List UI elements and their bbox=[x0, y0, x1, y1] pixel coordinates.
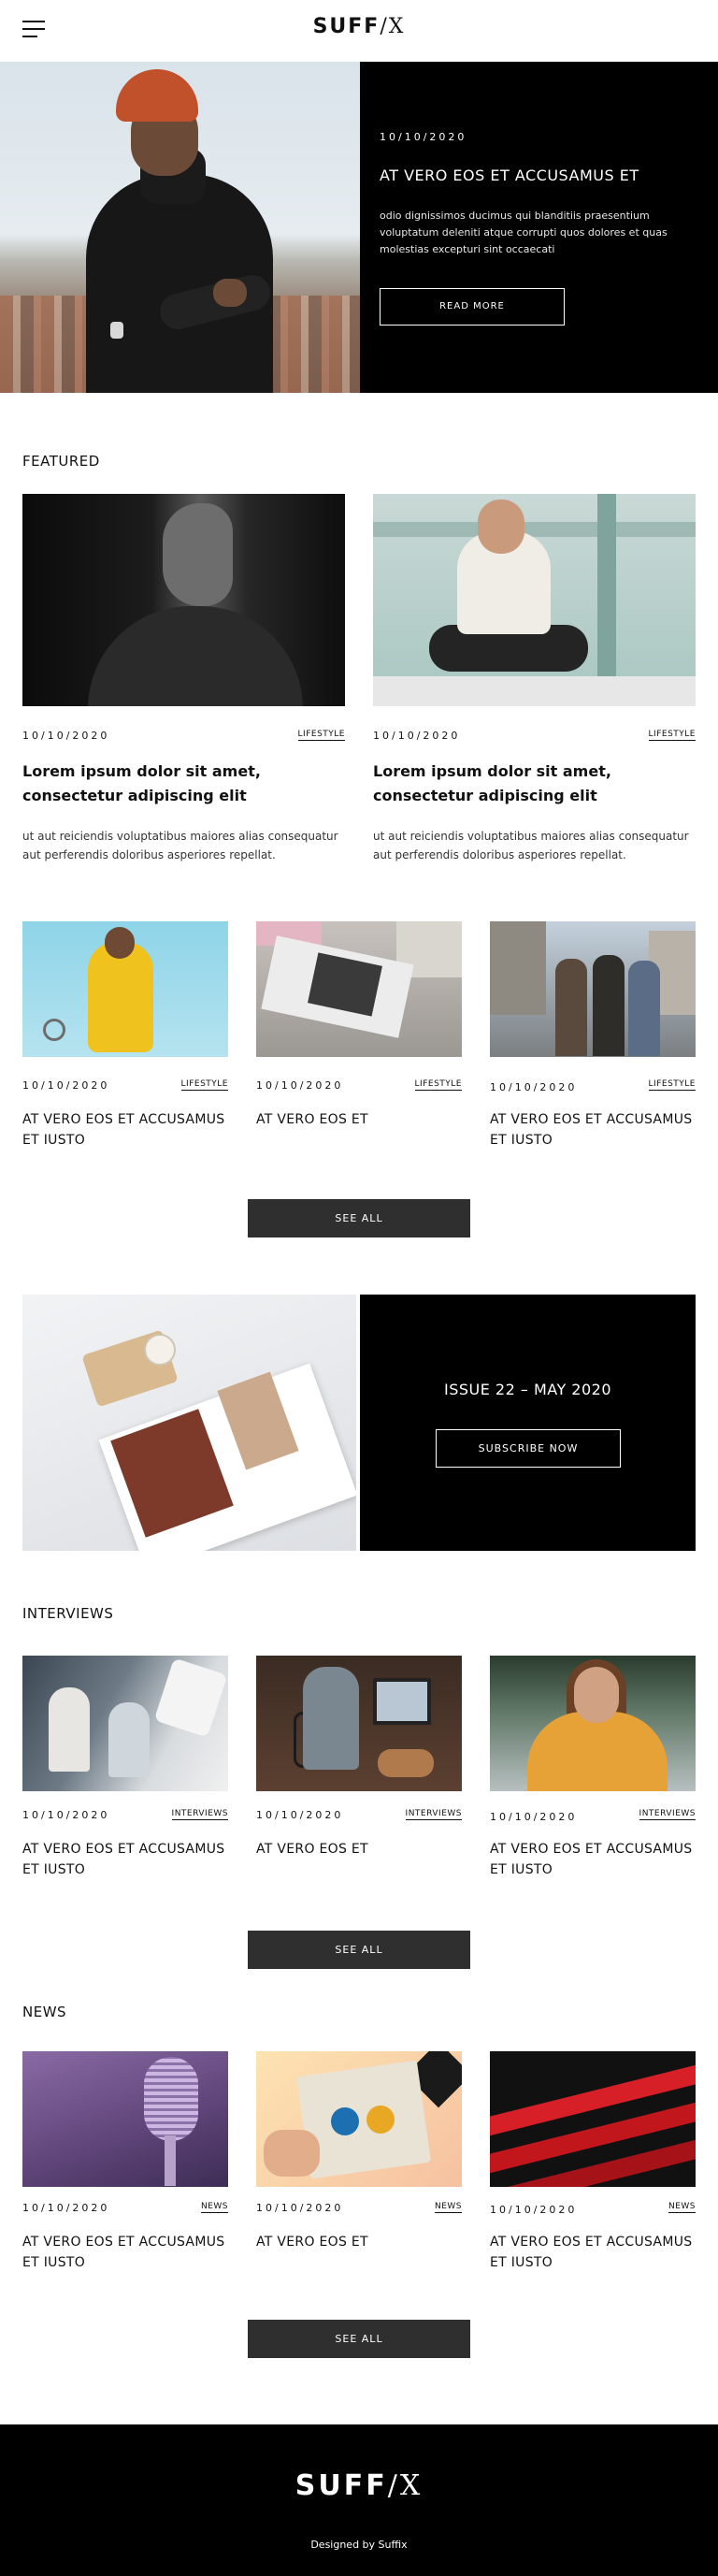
featured-image-2[interactable] bbox=[373, 494, 696, 706]
news-title: NEWS bbox=[22, 2004, 67, 2020]
interview-category-2[interactable]: INTERVIEWS bbox=[405, 1809, 462, 1820]
featured-small-image-3[interactable] bbox=[490, 921, 696, 1057]
interview-title-1[interactable]: AT VERO EOS ET ACCUSAMUS ET IUSTO bbox=[22, 1839, 233, 1880]
footer-logo[interactable]: SUFF/X bbox=[0, 2469, 718, 2502]
interview-title-3[interactable]: AT VERO EOS ET ACCUSAMUS ET IUSTO bbox=[490, 1839, 700, 1880]
featured-category-2[interactable]: LIFESTYLE bbox=[648, 730, 696, 741]
hero-section: 10/10/2020 AT VERO EOS ET ACCUSAMUS ET o… bbox=[0, 62, 718, 393]
featured-category-1[interactable]: LIFESTYLE bbox=[297, 730, 345, 741]
hero-image bbox=[0, 62, 360, 393]
hero-title[interactable]: AT VERO EOS ET ACCUSAMUS ET bbox=[380, 166, 697, 184]
featured-title-2[interactable]: Lorem ipsum dolor sit amet, consectetur … bbox=[373, 760, 696, 808]
featured-text-2: ut aut reiciendis voluptatibus maiores a… bbox=[373, 830, 689, 861]
interviews-see-all-button[interactable]: SEE ALL bbox=[248, 1931, 470, 1969]
news-title-3[interactable]: AT VERO EOS ET ACCUSAMUS ET IUSTO bbox=[490, 2232, 700, 2273]
hero-text: odio dignissimos ducimus qui blanditiis … bbox=[380, 210, 668, 255]
news-date-2: 10/10/2020 bbox=[256, 2202, 344, 2214]
issue-image bbox=[22, 1295, 356, 1551]
featured-small-image-1[interactable] bbox=[22, 921, 228, 1057]
hero-panel: 10/10/2020 AT VERO EOS ET ACCUSAMUS ET o… bbox=[360, 62, 718, 393]
news-category-1[interactable]: NEWS bbox=[200, 2202, 228, 2213]
interview-date-2: 10/10/2020 bbox=[256, 1809, 344, 1821]
interview-image-2[interactable] bbox=[256, 1656, 462, 1791]
featured-small-date-1: 10/10/2020 bbox=[22, 1079, 110, 1092]
featured-title: FEATURED bbox=[22, 453, 100, 470]
site-header: SUFF/X bbox=[0, 0, 718, 62]
interview-date-1: 10/10/2020 bbox=[22, 1809, 110, 1821]
issue-banner: ISSUE 22 – MAY 2020 SUBSCRIBE NOW bbox=[22, 1295, 696, 1551]
featured-text-1: ut aut reiciendis voluptatibus maiores a… bbox=[22, 830, 338, 861]
featured-small-title-2[interactable]: AT VERO EOS ET bbox=[256, 1109, 467, 1130]
hero-date: 10/10/2020 bbox=[380, 131, 467, 143]
featured-see-all-button[interactable]: SEE ALL bbox=[248, 1199, 470, 1237]
read-more-button[interactable]: READ MORE bbox=[380, 288, 565, 326]
news-title-1[interactable]: AT VERO EOS ET ACCUSAMUS ET IUSTO bbox=[22, 2232, 233, 2273]
interview-image-3[interactable] bbox=[490, 1656, 696, 1791]
featured-small-title-1[interactable]: AT VERO EOS ET ACCUSAMUS ET IUSTO bbox=[22, 1109, 233, 1151]
featured-date-2: 10/10/2020 bbox=[373, 730, 461, 742]
news-category-2[interactable]: NEWS bbox=[434, 2202, 462, 2213]
interview-date-3: 10/10/2020 bbox=[490, 1811, 578, 1823]
news-see-all-button[interactable]: SEE ALL bbox=[248, 2320, 470, 2358]
featured-small-category-3[interactable]: LIFESTYLE bbox=[648, 1079, 696, 1091]
interview-category-1[interactable]: INTERVIEWS bbox=[171, 1809, 228, 1820]
featured-small-category-2[interactable]: LIFESTYLE bbox=[414, 1079, 462, 1091]
news-image-3[interactable] bbox=[490, 2051, 696, 2187]
interviews-title: INTERVIEWS bbox=[22, 1605, 114, 1622]
site-footer: SUFF/X Designed by Suffix bbox=[0, 2424, 718, 2576]
featured-date-1: 10/10/2020 bbox=[22, 730, 110, 742]
issue-title: ISSUE 22 – MAY 2020 bbox=[443, 1381, 612, 1398]
footer-credit: Designed by Suffix bbox=[310, 2539, 408, 2551]
news-date-1: 10/10/2020 bbox=[22, 2202, 110, 2214]
subscribe-now-button[interactable]: SUBSCRIBE NOW bbox=[436, 1429, 621, 1468]
featured-image-1[interactable] bbox=[22, 494, 345, 706]
news-category-3[interactable]: NEWS bbox=[668, 2202, 696, 2213]
featured-title-1[interactable]: Lorem ipsum dolor sit amet, consectetur … bbox=[22, 760, 345, 808]
featured-small-date-2: 10/10/2020 bbox=[256, 1079, 344, 1092]
featured-small-title-3[interactable]: AT VERO EOS ET ACCUSAMUS ET IUSTO bbox=[490, 1109, 700, 1151]
interview-image-1[interactable] bbox=[22, 1656, 228, 1791]
news-date-3: 10/10/2020 bbox=[490, 2204, 578, 2216]
news-title-2[interactable]: AT VERO EOS ET bbox=[256, 2232, 467, 2252]
site-logo[interactable]: SUFF/X bbox=[0, 15, 718, 38]
interview-category-3[interactable]: INTERVIEWS bbox=[639, 1809, 696, 1820]
featured-small-date-3: 10/10/2020 bbox=[490, 1081, 578, 1093]
interview-title-2[interactable]: AT VERO EOS ET bbox=[256, 1839, 467, 1860]
news-image-2[interactable] bbox=[256, 2051, 462, 2187]
news-image-1[interactable] bbox=[22, 2051, 228, 2187]
featured-small-category-1[interactable]: LIFESTYLE bbox=[180, 1079, 228, 1091]
featured-small-image-2[interactable] bbox=[256, 921, 462, 1057]
issue-panel: ISSUE 22 – MAY 2020 SUBSCRIBE NOW bbox=[360, 1295, 696, 1551]
